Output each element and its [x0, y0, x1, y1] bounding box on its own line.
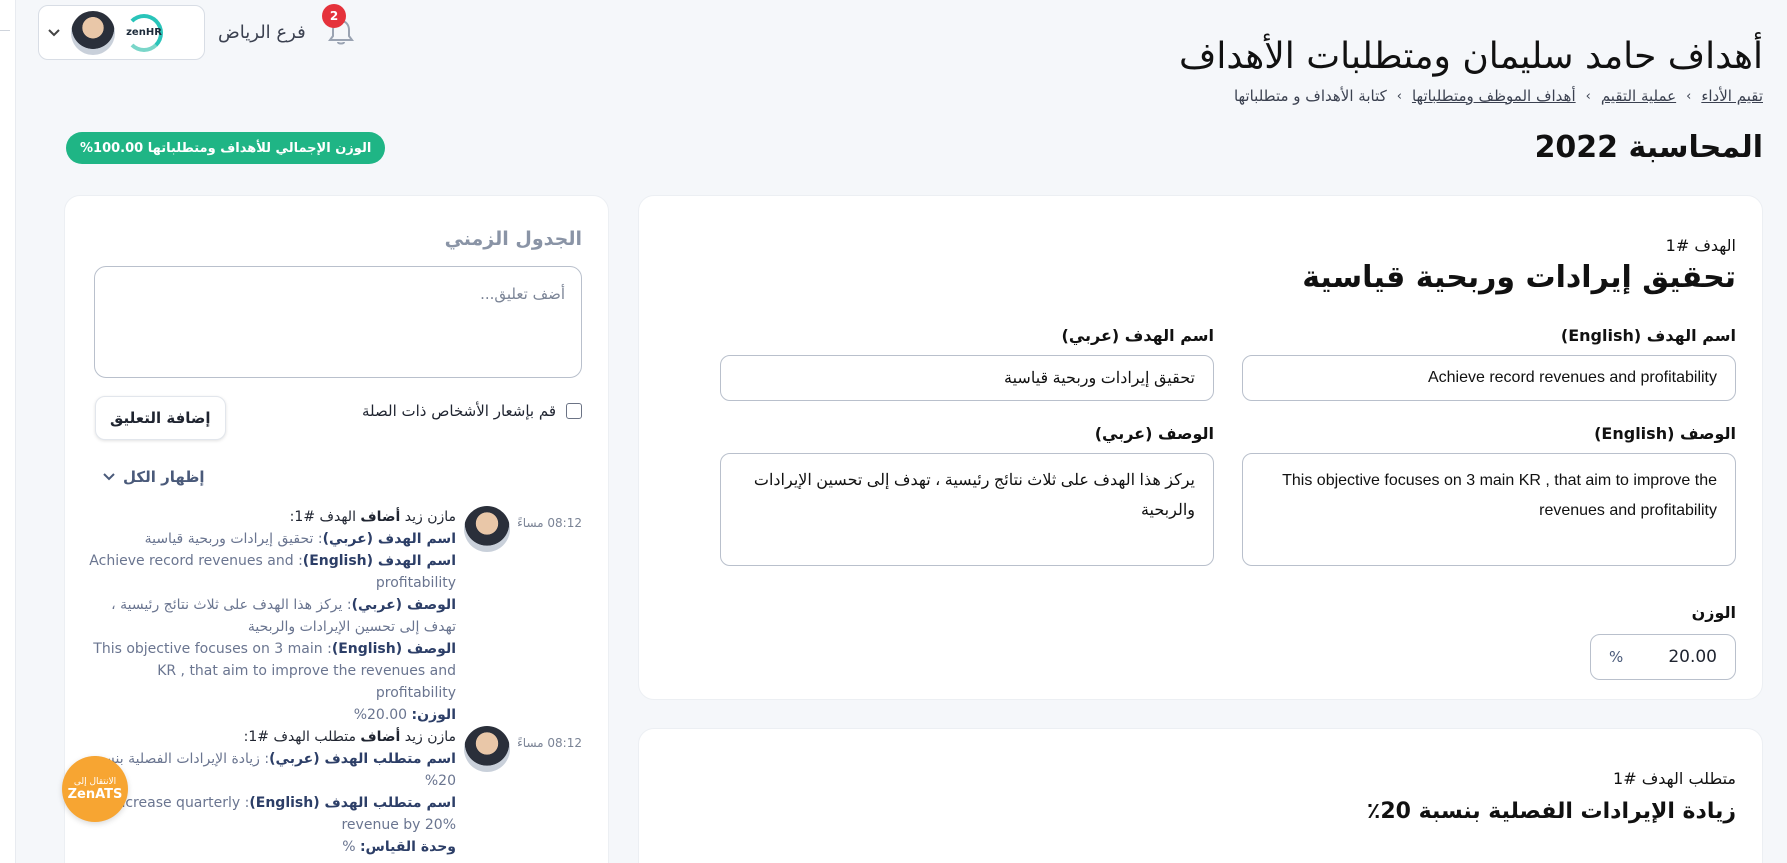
entry-time: 08:12 مساءً — [517, 516, 582, 530]
entry-key: الوزن: — [411, 707, 456, 723]
page-title: أهداف حامد سليمان ومتطلبات الأهداف — [1179, 36, 1763, 77]
entry-author: مازن زيد — [404, 729, 456, 745]
comment-input[interactable]: أضف تعليق... — [94, 266, 582, 378]
entry-key: الوصف (عربي) — [351, 597, 456, 613]
entry-body: مازن زيد أضاف الهدف #1: اسم الهدف (عربي)… — [81, 506, 456, 726]
entry-avatar — [464, 726, 510, 772]
cycle-title: المحاسبة 2022 — [1534, 130, 1763, 165]
entry-time: 08:12 مساءً — [517, 736, 582, 750]
goal-name-en-input[interactable]: Achieve record revenues and profitabilit… — [1242, 355, 1736, 401]
entry-key: اسم متطلب الهدف (عربي) — [269, 751, 456, 767]
breadcrumb: تقيم الأداء › عملية التقيم › أهداف الموظ… — [1234, 87, 1763, 105]
left-scroll-strip — [0, 0, 16, 863]
entry-key: وحدة القياس: — [359, 839, 456, 855]
notify-option[interactable]: قم بإشعار الأشخاص ذات الصلة — [362, 402, 582, 420]
ats-line1: الانتقال إلى — [73, 776, 117, 787]
add-comment-button[interactable]: إضافة التعليق — [95, 396, 226, 440]
goal-desc-ar-textarea[interactable]: يركز هذا الهدف على ثلاث نتائج رئيسية ، ت… — [720, 453, 1214, 566]
goal-card: الهدف #1 تحقيق إيرادات وربحية قياسية اسم… — [638, 195, 1763, 700]
goal-number: الهدف #1 — [1665, 236, 1736, 255]
entry-target: الهدف #1: — [289, 509, 356, 525]
requirement-title: زيادة الإيرادات الفصلية بنسبة 20٪ — [1366, 799, 1736, 824]
timeline-panel: الجدول الزمني أضف تعليق... قم بإشعار الأ… — [64, 195, 609, 863]
timeline-entry: 08:12 مساءً مازن زيد أضاف الهدف #1: اسم … — [77, 506, 582, 723]
timeline-entry: 08:12 مساءً مازن زيد أضاف متطلب الهدف #1… — [77, 726, 582, 863]
goal-name-en-label: اسم الهدف (English) — [1560, 326, 1736, 345]
goal-name-ar-input[interactable]: تحقيق إيرادات وربحية قياسية — [720, 355, 1214, 401]
branch-name[interactable]: فرع الرياض — [218, 22, 306, 43]
entry-value: % — [342, 839, 360, 855]
logo-text: zenHR — [126, 27, 162, 38]
chevron-left-icon: › — [1396, 88, 1402, 104]
goal-desc-en-label: الوصف (English) — [1594, 424, 1736, 443]
total-weight-badge: الوزن الإجمالي للأهداف ومتطلباتها 100.00… — [66, 132, 386, 164]
goal-weight-input[interactable]: 20.00 % — [1590, 634, 1736, 680]
requirement-number: متطلب الهدف #1 — [1613, 769, 1736, 788]
show-all-toggle[interactable]: إظهار الكل — [103, 468, 205, 486]
zenats-button[interactable]: الانتقال إلى ZenATS — [62, 756, 128, 822]
breadcrumb-performance[interactable]: تقيم الأداء — [1701, 87, 1763, 105]
goal-weight-value: 20.00 — [1668, 647, 1717, 667]
timeline-title: الجدول الزمني — [444, 228, 582, 250]
goal-desc-ar-label: الوصف (عربي) — [1094, 424, 1214, 443]
entry-target: متطلب الهدف #1: — [243, 729, 356, 745]
entry-action: أضاف — [360, 509, 401, 525]
show-all-label: إظهار الكل — [123, 468, 205, 486]
ats-line2: ZenATS — [67, 786, 123, 802]
chevron-down-icon — [103, 473, 115, 481]
chevron-down-icon[interactable] — [47, 26, 61, 40]
company-logo: zenHR — [125, 13, 163, 52]
breadcrumb-employee-goals[interactable]: أهداف الموظف ومتطلباتها — [1412, 87, 1576, 105]
entry-action: أضاف — [360, 729, 401, 745]
requirement-card: متطلب الهدف #1 زيادة الإيرادات الفصلية ب… — [638, 728, 1763, 863]
user-menu[interactable]: zenHR — [38, 5, 205, 60]
entry-key: اسم الهدف (English) — [302, 553, 456, 569]
notify-checkbox[interactable] — [566, 403, 582, 419]
entry-body: مازن زيد أضاف متطلب الهدف #1: اسم متطلب … — [81, 726, 456, 858]
goal-weight-label: الوزن — [1691, 603, 1736, 622]
goal-title: تحقيق إيرادات وربحية قياسية — [1302, 260, 1736, 295]
goal-name-ar-label: اسم الهدف (عربي) — [1061, 326, 1215, 345]
entry-value: : تحقيق إيرادات وربحية قياسية — [144, 531, 323, 547]
chevron-left-icon: › — [1585, 88, 1591, 104]
entry-key: الوصف (English) — [331, 641, 456, 657]
entry-avatar — [464, 506, 510, 552]
notification-count-badge: 2 — [322, 4, 346, 28]
entry-key: اسم الهدف (عربي) — [322, 531, 456, 547]
goal-desc-en-textarea[interactable]: This objective focuses on 3 main KR , th… — [1242, 453, 1736, 566]
breadcrumb-current: كتابة الأهداف و متطلباتها — [1233, 87, 1387, 105]
entry-key: اسم متطلب الهدف (English) — [249, 795, 456, 811]
entry-author: مازن زيد — [404, 509, 456, 525]
user-avatar[interactable] — [71, 10, 115, 55]
chevron-left-icon: › — [1686, 88, 1692, 104]
notify-label: قم بإشعار الأشخاص ذات الصلة — [362, 402, 556, 420]
breadcrumb-evaluation[interactable]: عملية التقيم — [1601, 87, 1676, 105]
percent-icon: % — [1609, 648, 1624, 666]
entry-value: 20.00% — [353, 707, 412, 723]
